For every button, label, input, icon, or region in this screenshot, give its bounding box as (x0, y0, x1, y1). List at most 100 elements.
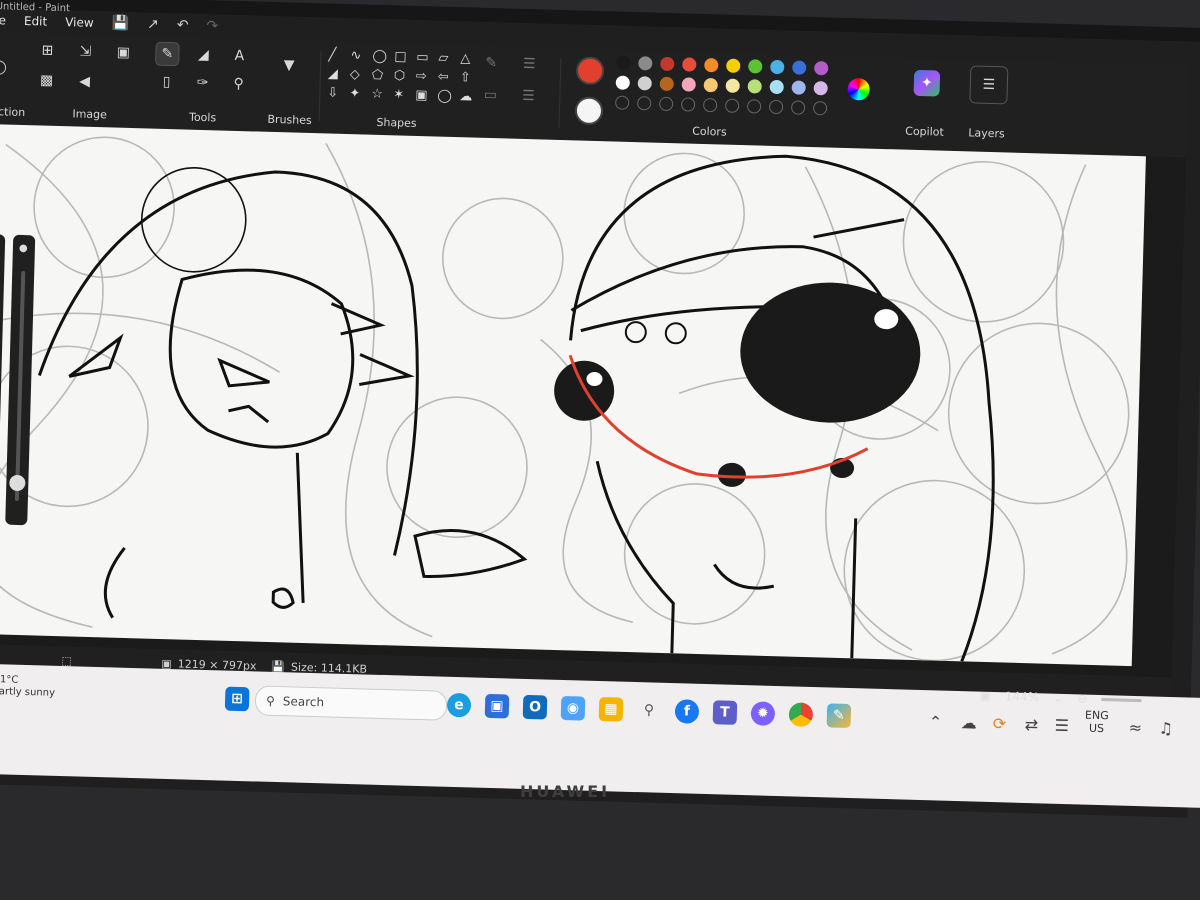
palette-row1-color-swatch-6[interactable] (748, 59, 763, 74)
palette-row1-color-swatch-3[interactable] (682, 57, 697, 72)
fit-to-window-icon[interactable]: ▣ (979, 689, 991, 703)
palette-row1-color-swatch-8[interactable] (792, 60, 807, 75)
edit-colors-icon[interactable] (847, 77, 870, 101)
custom-color-slot[interactable] (746, 99, 762, 114)
oval-shape-icon[interactable]: ◯ (372, 49, 390, 64)
line-size-icon[interactable]: ☰ (517, 85, 540, 108)
custom-color-slot[interactable] (680, 97, 696, 112)
primary-color-swatch[interactable] (575, 56, 605, 86)
chrome-app[interactable] (788, 702, 814, 727)
save-icon[interactable]: 💾 (111, 15, 129, 31)
palette-row2-color-swatch-3[interactable] (681, 77, 696, 92)
palette-row1-color-swatch-0[interactable] (616, 55, 631, 70)
diamond-shape-icon[interactable]: ◇ (350, 67, 368, 82)
wifi-icon[interactable]: ≈ (1128, 718, 1142, 737)
palette-row2-color-swatch-1[interactable] (637, 76, 652, 91)
palette-row1-color-swatch-7[interactable] (770, 59, 785, 75)
palette-row1-color-swatch-9[interactable] (814, 61, 829, 76)
right-arrow-shape-icon[interactable]: ⇨ (416, 69, 434, 84)
polygon-shape-icon[interactable]: ▱ (438, 51, 456, 66)
palette-row1-color-swatch-4[interactable] (704, 57, 719, 73)
cloud-shape-icon[interactable]: ☁ (459, 89, 477, 104)
rounded-rectangle-shape-icon[interactable]: ▭ (416, 50, 434, 65)
teams-app[interactable]: T (712, 700, 738, 725)
show-hidden-icons[interactable]: ⌃ (928, 712, 942, 731)
palette-row2-color-swatch-5[interactable] (725, 78, 740, 93)
left-arrow-shape-icon[interactable]: ⇦ (438, 70, 456, 85)
palette-row2-color-swatch-8[interactable] (791, 80, 806, 95)
outlook-app[interactable]: O (522, 694, 548, 720)
cloud-icon[interactable]: ☁ (960, 713, 977, 732)
custom-color-slot[interactable] (812, 101, 828, 116)
resize-icon[interactable]: ⇲ (74, 40, 97, 63)
facebook-app[interactable]: f (674, 699, 700, 724)
triangle-shape-icon[interactable]: △ (460, 51, 478, 66)
weather-widget[interactable]: 31°C Partly sunny (0, 674, 55, 700)
opacity-slider[interactable]: ● (5, 234, 36, 526)
store-app[interactable]: ▣ (484, 693, 510, 719)
menu-file[interactable]: le (0, 13, 6, 27)
six-point-star-shape-icon[interactable]: ✶ (393, 87, 411, 102)
palette-row2-color-swatch-2[interactable] (659, 76, 674, 92)
copilot-label[interactable]: Copilot (896, 124, 952, 139)
keys-app[interactable]: ⚲ (637, 698, 662, 723)
zoom-out-icon[interactable]: ⊖ (1077, 691, 1087, 705)
zoom-level[interactable]: 144% (1005, 689, 1040, 704)
layers-label[interactable]: Layers (958, 126, 1014, 141)
menu-view[interactable]: View (65, 15, 94, 30)
custom-color-slot[interactable] (702, 97, 718, 113)
search-box[interactable]: ⚲ Search (254, 685, 448, 721)
magnifier-icon[interactable]: ⚲ (227, 73, 250, 96)
callout-rect-shape-icon[interactable]: ▣ (415, 88, 433, 103)
right-triangle-shape-icon[interactable]: ◢ (328, 66, 346, 81)
redo-icon[interactable]: ↷ (206, 18, 218, 34)
line-shape-icon[interactable]: ╱ (328, 47, 346, 62)
size-icon[interactable]: ☰ (518, 53, 541, 76)
loop-app[interactable]: ✹ (750, 701, 776, 726)
share-icon[interactable]: ↗ (147, 16, 159, 32)
volume-icon[interactable]: ♫ (1158, 719, 1173, 738)
undo-icon[interactable]: ↶ (177, 17, 189, 33)
down-arrow-shape-icon[interactable]: ⇩ (327, 85, 345, 100)
opacity-slider-knob[interactable] (9, 474, 26, 492)
start-button[interactable]: ⊞ (224, 686, 250, 712)
palette-row2-color-swatch-7[interactable] (769, 79, 784, 95)
paint-app[interactable]: ✎ (826, 703, 852, 729)
edge-app[interactable]: e (446, 692, 472, 718)
five-point-star-shape-icon[interactable]: ☆ (371, 87, 389, 102)
flip-icon[interactable]: ◀ (73, 70, 96, 93)
custom-color-slot[interactable] (637, 96, 652, 111)
copilot-icon[interactable]: ✦ (913, 69, 941, 97)
fill-option-icon[interactable]: ▭ (479, 84, 502, 107)
outline-icon[interactable]: ✎ (480, 52, 503, 75)
copilot-app[interactable]: ◉ (560, 695, 586, 721)
language-indicator[interactable]: ENG US (1084, 709, 1109, 736)
custom-color-slot[interactable] (659, 96, 674, 112)
custom-color-slot[interactable] (790, 100, 806, 115)
menu-edit[interactable]: Edit (24, 14, 48, 29)
palette-row1-color-swatch-2[interactable] (660, 56, 675, 72)
crop-icon[interactable]: ⊞ (36, 39, 59, 62)
curve-shape-icon[interactable]: ∿ (350, 48, 368, 63)
custom-color-slot[interactable] (615, 95, 630, 110)
up-arrow-shape-icon[interactable]: ⇧ (460, 70, 478, 85)
color-picker-icon[interactable]: ✑ (191, 72, 214, 95)
image-options-icon[interactable]: ▣ (112, 41, 135, 64)
hexagon-shape-icon[interactable]: ⬡ (394, 68, 412, 83)
text-icon[interactable]: A (228, 45, 251, 68)
bars-icon[interactable]: ☰ (1054, 716, 1069, 735)
palette-row1-color-swatch-5[interactable] (726, 58, 741, 73)
custom-color-slot[interactable] (768, 99, 784, 115)
pentagon-shape-icon[interactable]: ⬠ (372, 68, 390, 83)
palette-row2-color-swatch-0[interactable] (615, 75, 630, 90)
settings-icon[interactable]: ⇄ (1024, 715, 1038, 734)
custom-color-slot[interactable] (724, 98, 740, 113)
pencil-icon[interactable]: ✎ (155, 41, 180, 67)
zoom-slider[interactable] (1101, 697, 1142, 702)
palette-row2-color-swatch-6[interactable] (747, 79, 762, 94)
layers-icon[interactable]: ☰ (969, 65, 1009, 105)
palette-row2-color-swatch-4[interactable] (703, 77, 718, 93)
fill-icon[interactable]: ◢ (192, 44, 215, 67)
file-explorer-app[interactable]: ▦ (598, 697, 624, 722)
palette-row2-color-swatch-9[interactable] (813, 81, 828, 96)
